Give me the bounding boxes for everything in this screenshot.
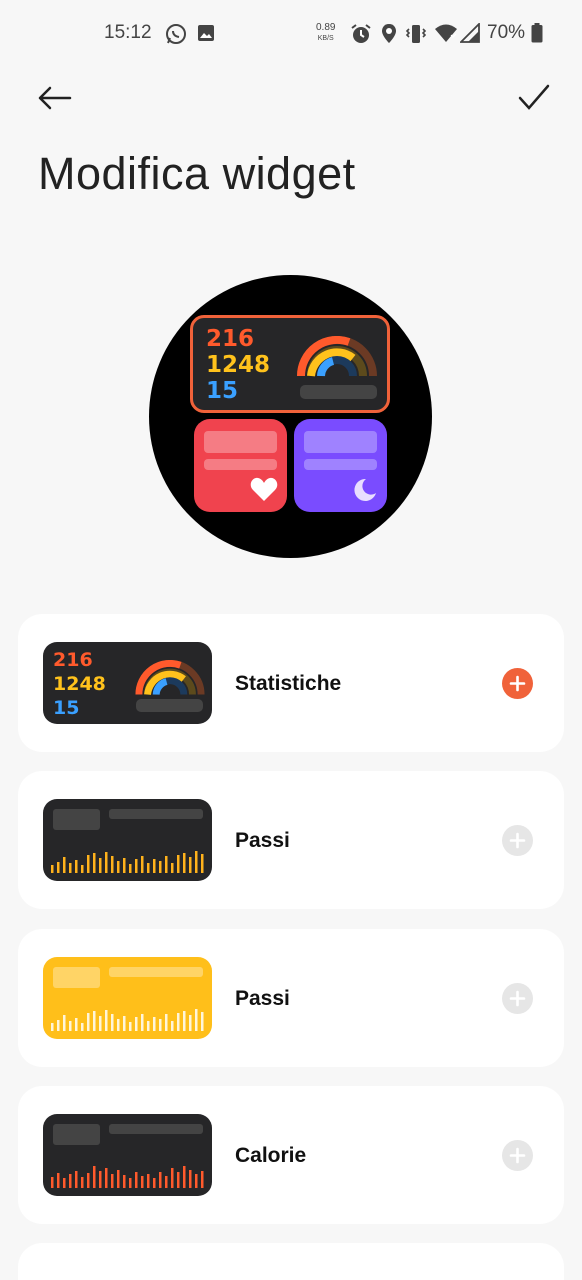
preview-stat-steps: 1248	[206, 352, 271, 378]
heart-tile-placeholder-bar-small	[204, 459, 277, 470]
widget-card-calories[interactable]: Calorie	[18, 1086, 564, 1224]
heart-icon	[250, 477, 278, 507]
add-widget-button-steps-dark[interactable]	[502, 825, 533, 856]
preview-stats-placeholder-bar	[300, 385, 377, 399]
add-widget-button-steps-yellow[interactable]	[502, 983, 533, 1014]
widget-thumbnail-steps-dark	[43, 799, 212, 881]
arrow-left-icon	[36, 86, 76, 120]
widget-label-statistics: Statistiche	[235, 672, 342, 695]
preview-stat-minutes: 15	[206, 378, 239, 404]
status-time: 15:12	[104, 22, 152, 43]
page-title: Modifica widget	[38, 148, 356, 199]
thumb-stat-minutes: 15	[53, 697, 80, 719]
location-icon	[380, 23, 398, 51]
widget-label-steps-yellow: Passi	[235, 987, 290, 1010]
thumb-placeholder-bar	[136, 699, 203, 712]
activity-rings-icon	[296, 336, 377, 385]
checkmark-icon	[514, 84, 554, 120]
widget-label-steps-dark: Passi	[235, 829, 290, 852]
preview-heart-widget[interactable]	[194, 419, 287, 512]
heart-tile-placeholder-bar	[204, 431, 277, 453]
vibrate-icon	[405, 23, 427, 51]
widget-thumbnail-calories	[43, 1114, 212, 1196]
network-speed: 0.89 KB/S	[316, 23, 335, 44]
alarm-icon	[350, 23, 372, 51]
signal-icon	[458, 21, 480, 49]
wifi-icon	[434, 23, 458, 49]
back-button[interactable]	[36, 80, 76, 116]
battery-icon	[531, 23, 543, 49]
battery-percent: 70%	[487, 22, 526, 43]
widget-card-steps-dark[interactable]: Passi	[18, 771, 564, 909]
status-bar: 15:12 0.89 KB/S 70%	[0, 0, 582, 66]
preview-sleep-widget[interactable]	[294, 419, 387, 512]
activity-rings-icon	[135, 659, 205, 703]
widget-card-steps-yellow[interactable]: Passi	[18, 929, 564, 1067]
add-widget-button-statistics[interactable]	[502, 668, 533, 699]
add-widget-button-calories[interactable]	[502, 1140, 533, 1171]
preview-stat-calories: 216	[206, 326, 255, 352]
confirm-button[interactable]	[514, 80, 554, 116]
thumb-stat-calories: 216	[53, 649, 93, 671]
calories-bar-chart-icon	[51, 1166, 204, 1188]
network-speed-unit: KB/S	[317, 35, 334, 42]
preview-stats-widget[interactable]: 216 1248 15	[190, 315, 390, 413]
network-speed-value: 0.89	[316, 22, 336, 33]
widget-label-calories: Calorie	[235, 1144, 307, 1167]
widget-card-statistics[interactable]: 216 1248 15 Statistiche	[18, 614, 564, 752]
whatsapp-icon	[165, 23, 187, 51]
steps-bar-chart-icon	[51, 851, 204, 873]
gallery-icon	[197, 23, 215, 49]
thumb-stat-steps: 1248	[53, 673, 106, 695]
steps-bar-chart-icon	[51, 1009, 204, 1031]
sleep-tile-placeholder-bar	[304, 431, 377, 453]
widget-card-partial[interactable]	[18, 1243, 564, 1280]
widget-thumbnail-statistics: 216 1248 15	[43, 642, 212, 724]
sleep-tile-placeholder-bar-small	[304, 459, 377, 470]
widget-thumbnail-steps-yellow	[43, 957, 212, 1039]
moon-icon	[352, 477, 378, 508]
